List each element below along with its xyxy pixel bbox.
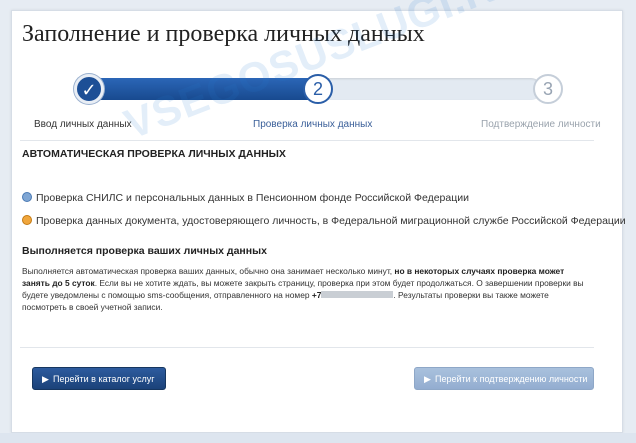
confirm-identity-button[interactable]: ▶ Перейти к подтверждению личности (414, 367, 594, 390)
progress-description: Выполняется автоматическая проверка ваши… (22, 265, 590, 313)
step-2-label: Проверка личных данных (253, 119, 373, 130)
confirm-button-label: Перейти к подтверждению личности (435, 374, 588, 384)
step-1-label: Ввод личных данных (34, 119, 132, 130)
step-3-indicator: 3 (533, 74, 563, 104)
check-item-snils: Проверка СНИЛС и персональных данных в П… (22, 192, 469, 204)
pending-status-icon (22, 192, 32, 202)
check-item-document: Проверка данных документа, удостоверяюще… (22, 215, 626, 227)
catalog-button[interactable]: ▶ Перейти в каталог услуг (32, 367, 166, 390)
bottom-background (0, 433, 636, 443)
masked-phone (321, 291, 394, 298)
catalog-button-label: Перейти в каталог услуг (53, 374, 155, 384)
in-progress-status-icon (22, 215, 32, 225)
progress-heading: Выполняется проверка ваших личных данных (22, 245, 267, 257)
phone-prefix: +7 (311, 290, 322, 300)
desc-part-1: Выполняется автоматическая проверка ваши… (22, 266, 393, 276)
chevron-right-icon: ▶ (42, 374, 49, 384)
check-item-text: Проверка данных документа, удостоверяюще… (36, 215, 626, 227)
divider-bottom (20, 347, 594, 348)
check-item-text: Проверка СНИЛС и персональных данных в П… (36, 192, 469, 204)
step-3-label: Подтверждение личности (481, 119, 601, 130)
divider-top (20, 140, 594, 141)
check-heading: АВТОМАТИЧЕСКАЯ ПРОВЕРКА ЛИЧНЫХ ДАННЫХ (22, 148, 286, 160)
step-1-check-icon: ✓ (74, 74, 104, 104)
chevron-right-icon: ▶ (424, 374, 431, 384)
